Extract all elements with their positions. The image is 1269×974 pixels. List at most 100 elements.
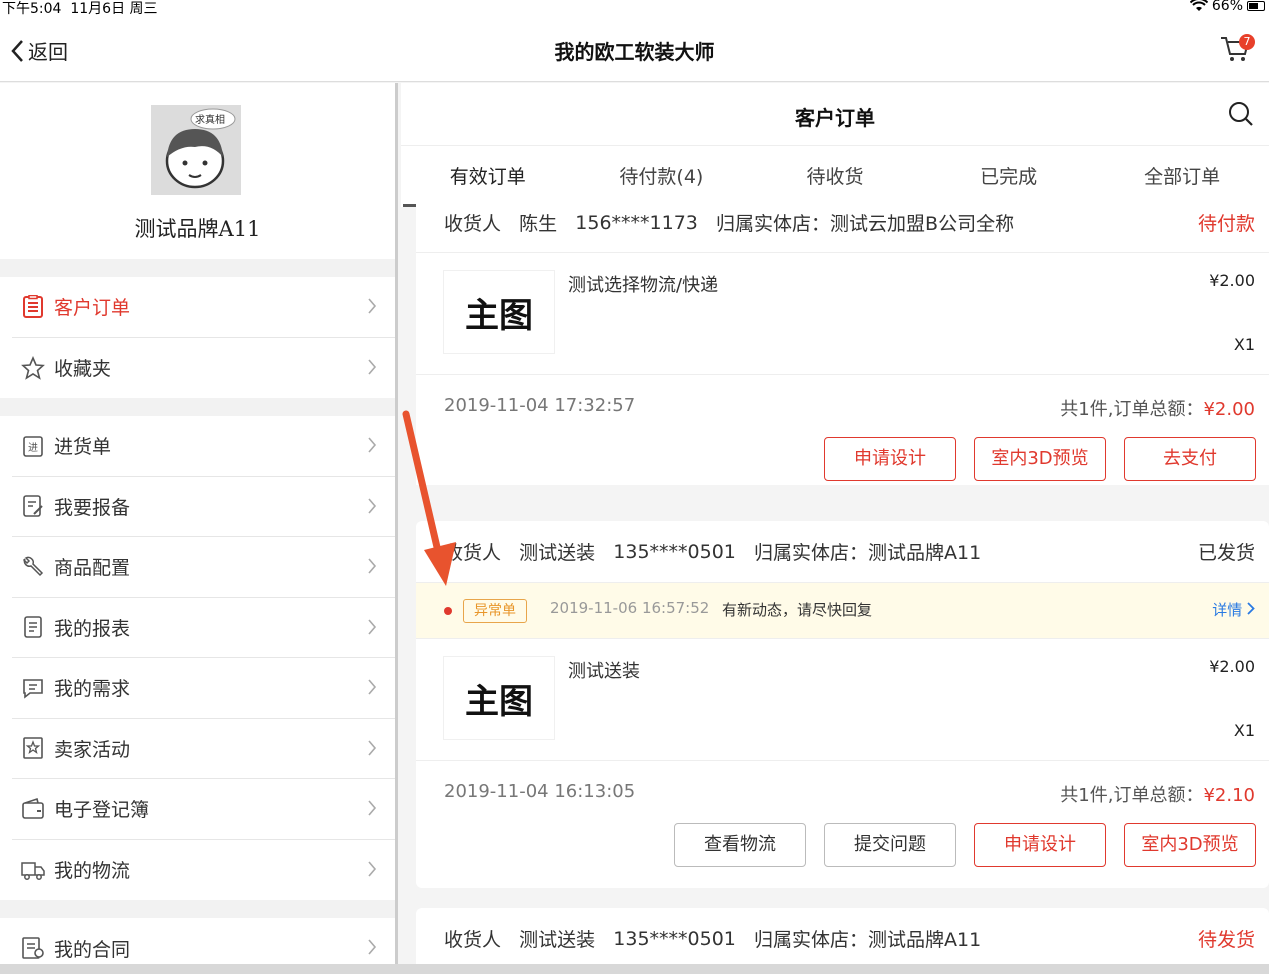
main-header: 客户订单 <box>401 83 1269 145</box>
sidebar-item-label: 电子登记簿 <box>54 799 150 822</box>
search-icon[interactable] <box>1227 100 1255 132</box>
order-icon <box>20 294 46 320</box>
product-qty: X1 <box>1233 335 1255 354</box>
product-thumbnail: 主图 <box>444 657 554 739</box>
sidebar-item-seller-activity[interactable]: 卖家活动 <box>12 719 395 779</box>
battery-icon <box>1247 1 1265 11</box>
home-indicator-bar <box>0 964 1269 974</box>
status-right: 66% <box>1189 0 1265 14</box>
order-actions: 查看物流 提交问题 申请设计 室内3D预览 <box>416 823 1269 885</box>
sidebar: 求真相 测试品牌A11 客户订单 收藏夹 进 进货单 我要报备 商品配置 我的报… <box>0 83 398 974</box>
sidebar-item-product-config[interactable]: 商品配置 <box>12 537 395 598</box>
order-date: 2019-11-04 16:13:05 <box>444 781 636 802</box>
sidebar-item-label: 卖家活动 <box>54 738 131 761</box>
sidebar-item-label: 我的物流 <box>54 860 131 883</box>
cart-button[interactable]: 7 <box>1219 32 1255 68</box>
chevron-right-icon <box>367 557 377 579</box>
sidebar-item-e-register[interactable]: 电子登记簿 <box>12 779 395 840</box>
store-name: 测试云加盟B公司全称 <box>830 213 1015 235</box>
wifi-icon <box>1189 0 1208 11</box>
store-name: 测试品牌A11 <box>868 929 982 951</box>
sidebar-item-my-needs[interactable]: 我的需求 <box>12 658 395 719</box>
wrench-icon <box>20 554 46 580</box>
sidebar-item-label: 我的需求 <box>54 678 131 701</box>
alert-message: 有新动态，请尽快回复 <box>722 601 873 619</box>
view-logistics-button[interactable]: 查看物流 <box>674 823 806 867</box>
order-product[interactable]: 主图 测试选择物流/快递 ¥2.00 X1 <box>416 253 1269 375</box>
truck-icon <box>20 857 46 883</box>
sidebar-item-my-logistics[interactable]: 我的物流 <box>12 840 395 901</box>
brand-name: 测试品牌A11 <box>134 217 261 241</box>
receiver-phone: 135****0501 <box>613 927 736 950</box>
order-total-amount: ¥2.00 <box>1203 399 1255 420</box>
sidebar-item-label: 我的合同 <box>54 938 131 961</box>
sidebar-item-customer-orders[interactable]: 客户订单 <box>12 277 395 338</box>
3d-preview-button[interactable]: 室内3D预览 <box>1124 823 1256 867</box>
product-name: 测试选择物流/快递 <box>568 275 719 296</box>
go-pay-button[interactable]: 去支付 <box>1124 437 1256 481</box>
battery-percent: 66% <box>1211 0 1243 14</box>
sidebar-item-purchase[interactable]: 进 进货单 <box>12 416 395 477</box>
exception-badge: 异常单 <box>463 599 527 623</box>
order-total-label: 共1件,订单总额： <box>1060 785 1204 806</box>
chevron-right-icon <box>367 358 377 380</box>
receiver-phone: 156****1173 <box>575 211 698 234</box>
order-header: 收货人 陈生 156****1173 归属实体店： 测试云加盟B公司全称 待付款 <box>416 193 1269 253</box>
wallet-icon <box>20 796 46 822</box>
chevron-right-icon <box>1247 602 1255 615</box>
receiver-name: 陈生 <box>519 213 558 235</box>
order-total: 共1件,订单总额：¥2.10 <box>1060 781 1255 807</box>
chevron-right-icon <box>367 799 377 821</box>
star-icon <box>20 355 46 381</box>
document-icon <box>20 614 46 640</box>
sidebar-item-favorites[interactable]: 收藏夹 <box>12 338 395 399</box>
svg-text:进: 进 <box>28 442 38 454</box>
main-panel: 客户订单 有效订单 待付款(4) 待收货 已完成 全部订单 收货人 陈生 156… <box>401 83 1269 974</box>
menu-group-1: 客户订单 收藏夹 <box>0 277 395 398</box>
receiver-label: 收货人 <box>444 213 502 235</box>
receiver-label: 收货人 <box>444 542 502 564</box>
order-header: 收货人 测试送装 135****0501 归属实体店： 测试品牌A11 待发货 <box>416 908 1269 970</box>
product-thumbnail: 主图 <box>444 271 554 353</box>
avatar[interactable]: 求真相 <box>151 105 241 195</box>
order-total-amount: ¥2.10 <box>1203 785 1255 806</box>
alert-detail-link[interactable]: 详情 <box>1212 599 1255 620</box>
receiver-phone: 135****0501 <box>613 540 736 563</box>
nav-bar: 返回 我的欧工软装大师 7 <box>0 16 1269 82</box>
order-card: 收货人 陈生 156****1173 归属实体店： 测试云加盟B公司全称 待付款… <box>416 193 1269 485</box>
store-label: 归属实体店： <box>754 542 869 564</box>
sidebar-item-label: 商品配置 <box>54 557 131 580</box>
chevron-right-icon <box>367 860 377 882</box>
chevron-right-icon <box>367 938 377 960</box>
sidebar-item-report-filing[interactable]: 我要报备 <box>12 477 395 537</box>
store-label: 归属实体店： <box>754 929 869 951</box>
menu-group-2: 进 进货单 我要报备 商品配置 我的报表 我的需求 卖家活动 电子登记簿 我的物… <box>0 416 395 900</box>
exception-alert[interactable]: 异常单 2019-11-06 16:57:52 有新动态，请尽快回复 详情 <box>416 583 1269 639</box>
submit-issue-button[interactable]: 提交问题 <box>824 823 956 867</box>
status-date: 11月6日 周三 <box>70 1 158 17</box>
order-header: 收货人 测试送装 135****0501 归属实体店： 测试品牌A11 已发货 <box>416 521 1269 583</box>
receiver-name: 测试送装 <box>519 929 596 951</box>
alert-dot <box>444 607 452 615</box>
order-status: 待付款 <box>1197 213 1255 235</box>
status-time: 下午5:04 <box>2 1 62 17</box>
order-product[interactable]: 主图 测试送装 ¥2.00 X1 <box>416 639 1269 761</box>
receiver-label: 收货人 <box>444 929 502 951</box>
receiver-name: 测试送装 <box>519 542 596 564</box>
activity-icon <box>20 735 46 761</box>
apply-design-button[interactable]: 申请设计 <box>824 437 956 481</box>
message-icon <box>20 675 46 701</box>
3d-preview-button[interactable]: 室内3D预览 <box>974 437 1106 481</box>
sidebar-item-label: 我的报表 <box>54 617 131 640</box>
order-actions: 申请设计 室内3D预览 去支付 <box>416 437 1269 499</box>
sidebar-item-label: 进货单 <box>54 436 112 459</box>
sidebar-item-my-reports[interactable]: 我的报表 <box>12 598 395 658</box>
alert-time: 2019-11-06 16:57:52 <box>550 599 710 617</box>
sidebar-item-label: 收藏夹 <box>54 358 112 381</box>
status-bar: 下午5:04 11月6日 周三 66% <box>0 0 1269 17</box>
apply-design-button[interactable]: 申请设计 <box>974 823 1106 867</box>
order-status: 待发货 <box>1197 929 1255 951</box>
store-label: 归属实体店： <box>716 213 831 235</box>
app-title: 我的欧工软装大师 <box>554 40 715 64</box>
avatar-bubble-text: 求真相 <box>195 115 225 126</box>
